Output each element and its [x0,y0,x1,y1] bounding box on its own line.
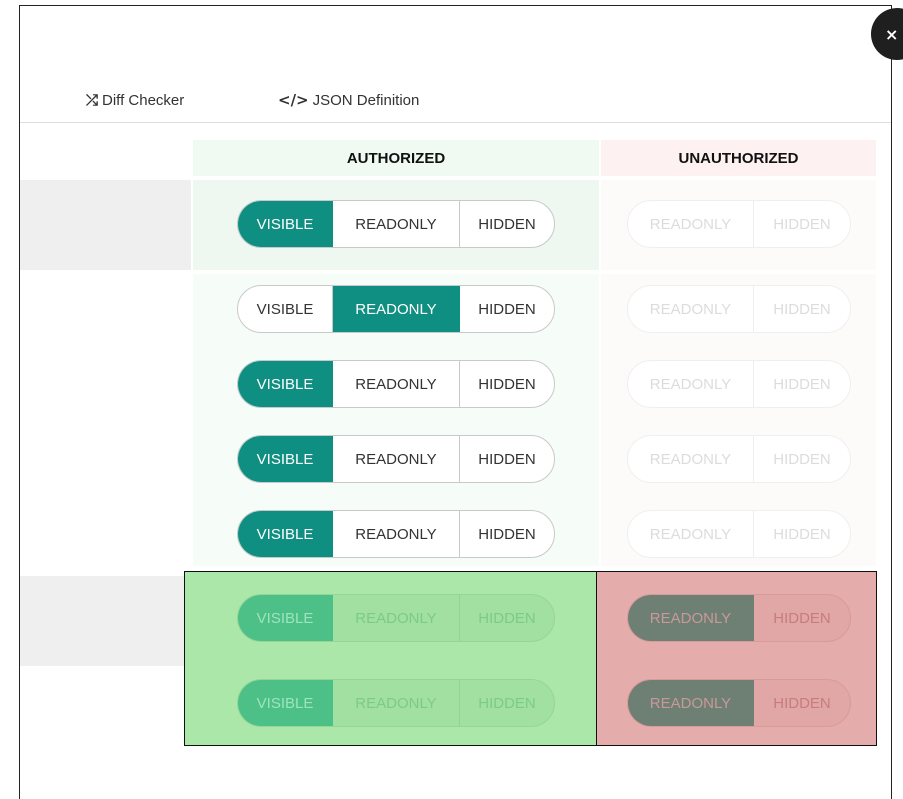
tab-bar: ⤮ Diff Checker </> JSON Definition [20,6,891,123]
tab-label: JSON Definition [312,91,420,109]
option-hidden[interactable]: HIDDEN [460,361,554,407]
option-hidden: HIDDEN [773,215,831,233]
option-hidden[interactable]: HIDDEN [460,286,554,332]
code-icon: </> [278,91,309,109]
option-readonly: READONLY [628,201,754,247]
option-readonly[interactable]: READONLY [333,286,460,332]
authorized-toggle: VISIBLE READONLY HIDDEN [237,510,555,558]
option-readonly: READONLY [628,436,754,482]
row-label-band [20,180,191,270]
unauthorized-toggle: READONLY HIDDEN [627,594,851,642]
option-visible[interactable]: VISIBLE [238,361,333,407]
close-icon: × [885,24,899,44]
unauthorized-toggle: READONLY HIDDEN [627,285,851,333]
option-readonly[interactable]: READONLY [333,680,460,726]
option-readonly[interactable]: READONLY [628,595,754,641]
authorized-toggle: VISIBLE READONLY HIDDEN [237,200,555,248]
option-readonly[interactable]: READONLY [333,511,460,557]
unauthorized-toggle: READONLY HIDDEN [627,435,851,483]
row-label-band [20,576,191,666]
tab-json-definition[interactable]: </> JSON Definition [278,91,419,109]
option-hidden: HIDDEN [773,450,831,468]
option-hidden: HIDDEN [773,300,831,318]
option-hidden: HIDDEN [773,375,831,393]
unauthorized-column-header: UNAUTHORIZED [601,140,876,176]
option-readonly[interactable]: READONLY [333,201,460,247]
permissions-dialog: ⤮ Diff Checker </> JSON Definition AUTHO… [19,5,892,799]
authorized-toggle: VISIBLE READONLY HIDDEN [237,435,555,483]
shuffle-icon: ⤮ [86,91,99,109]
option-readonly: READONLY [628,511,754,557]
option-readonly: READONLY [628,361,754,407]
tab-diff-checker[interactable]: ⤮ Diff Checker [86,91,184,109]
option-hidden[interactable]: HIDDEN [460,436,554,482]
option-visible[interactable]: VISIBLE [238,201,333,247]
option-hidden[interactable]: HIDDEN [460,680,554,726]
option-hidden[interactable]: HIDDEN [460,511,554,557]
option-hidden[interactable]: HIDDEN [460,595,554,641]
authorized-toggle: VISIBLE READONLY HIDDEN [237,594,555,642]
option-visible[interactable]: VISIBLE [238,436,333,482]
option-readonly[interactable]: READONLY [333,595,460,641]
option-hidden: HIDDEN [773,525,831,543]
option-hidden[interactable]: HIDDEN [754,595,850,641]
option-readonly[interactable]: READONLY [333,361,460,407]
authorized-toggle: VISIBLE READONLY HIDDEN [237,360,555,408]
authorized-toggle: VISIBLE READONLY HIDDEN [237,679,555,727]
option-readonly[interactable]: READONLY [333,436,460,482]
option-hidden[interactable]: HIDDEN [460,201,554,247]
option-readonly[interactable]: READONLY [628,680,754,726]
option-readonly: READONLY [628,286,754,332]
option-hidden[interactable]: HIDDEN [754,680,850,726]
unauthorized-toggle: READONLY HIDDEN [627,679,851,727]
option-visible[interactable]: VISIBLE [238,511,333,557]
authorized-toggle: VISIBLE READONLY HIDDEN [237,285,555,333]
authorized-column-header: AUTHORIZED [193,140,599,176]
option-visible[interactable]: VISIBLE [238,286,333,332]
tab-label: Diff Checker [102,91,185,109]
unauthorized-toggle: READONLY HIDDEN [627,510,851,558]
option-visible[interactable]: VISIBLE [238,680,333,726]
unauthorized-toggle: READONLY HIDDEN [627,200,851,248]
unauthorized-toggle: READONLY HIDDEN [627,360,851,408]
option-visible[interactable]: VISIBLE [238,595,333,641]
